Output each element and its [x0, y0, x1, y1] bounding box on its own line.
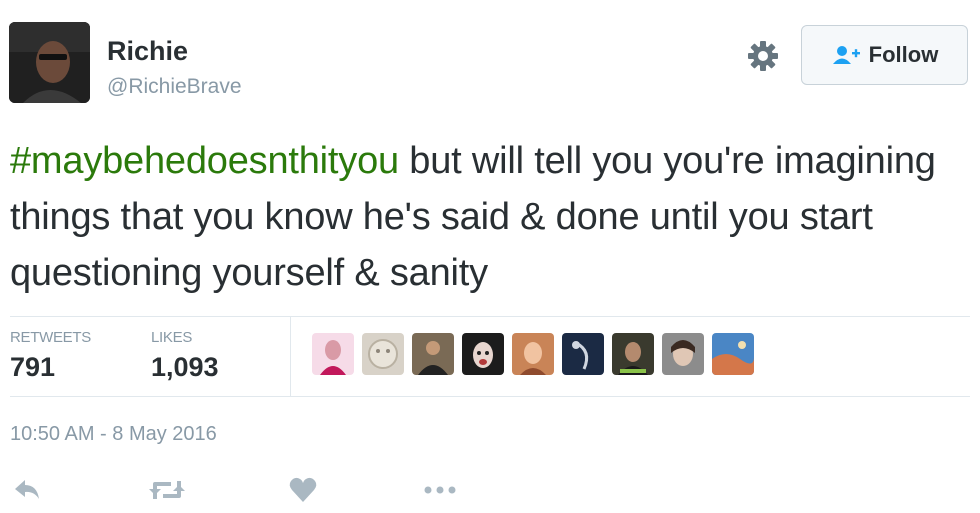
- liker-avatar[interactable]: [512, 333, 554, 375]
- liker-avatar[interactable]: [712, 333, 754, 375]
- liker-avatar[interactable]: [412, 333, 454, 375]
- tweet-timestamp[interactable]: 10:50 AM - 8 May 2016: [10, 423, 217, 446]
- tweet-text: #maybehedoesnthityou but will tell you y…: [10, 133, 970, 301]
- reply-icon[interactable]: [12, 475, 42, 505]
- retweets-label: RETWEETS: [10, 329, 91, 346]
- liker-avatar[interactable]: [612, 333, 654, 375]
- liker-avatar[interactable]: [462, 333, 504, 375]
- follow-button[interactable]: Follow: [801, 25, 968, 85]
- retweets-stat[interactable]: RETWEETS 791: [10, 329, 91, 383]
- like-icon[interactable]: [288, 475, 318, 505]
- more-icon[interactable]: [423, 475, 457, 505]
- display-name[interactable]: Richie: [107, 36, 188, 67]
- retweets-count: 791: [10, 352, 56, 382]
- gear-icon[interactable]: [746, 39, 780, 73]
- liker-avatar[interactable]: [362, 333, 404, 375]
- follow-button-label: Follow: [868, 42, 939, 67]
- liker-avatar[interactable]: [662, 333, 704, 375]
- liker-avatar[interactable]: [312, 333, 354, 375]
- likes-label: LIKES: [151, 329, 193, 346]
- user-handle[interactable]: @RichieBrave: [107, 75, 242, 99]
- divider: [10, 316, 970, 317]
- liker-avatar[interactable]: [562, 333, 604, 375]
- divider: [290, 316, 291, 396]
- hashtag-link[interactable]: #maybehedoesnthityou: [10, 140, 399, 182]
- likes-count: 1,093: [151, 352, 219, 382]
- divider: [10, 396, 970, 397]
- likes-stat[interactable]: LIKES 1,093: [151, 329, 219, 383]
- follow-user-icon: [831, 44, 861, 66]
- avatar[interactable]: [9, 22, 90, 103]
- retweet-icon[interactable]: [147, 475, 187, 505]
